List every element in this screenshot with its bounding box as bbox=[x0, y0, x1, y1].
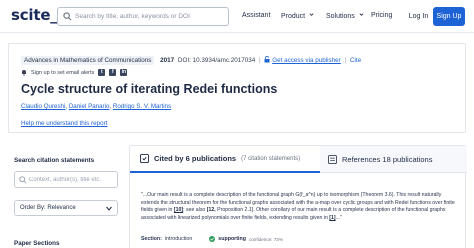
order-by-select[interactable]: Order By: Relevance bbox=[14, 200, 118, 216]
linkedin-icon[interactable]: in bbox=[120, 69, 128, 76]
nav-assistant[interactable]: Assistant bbox=[242, 12, 270, 19]
open-lock-icon bbox=[264, 55, 270, 63]
author-link[interactable]: Daniel Panario bbox=[69, 103, 110, 110]
journal-name[interactable]: Advances in Mathematics of Communication… bbox=[21, 56, 155, 65]
supporting-check-icon bbox=[209, 236, 216, 242]
separator: | bbox=[344, 57, 347, 64]
scite-logo[interactable]: scite_ bbox=[11, 6, 58, 24]
author-link[interactable]: Claudio Qureshi bbox=[21, 103, 65, 110]
login-button[interactable]: Log In bbox=[405, 7, 432, 26]
tab-cited-by-count: (7 citation statements) bbox=[241, 155, 301, 162]
tab-cited-by[interactable]: Cited by 6 publications (7 citation stat… bbox=[130, 146, 320, 173]
order-by-value: Order By: Relevance bbox=[20, 205, 76, 211]
global-search-box[interactable] bbox=[57, 7, 229, 26]
global-search-input[interactable] bbox=[75, 9, 227, 24]
signup-button[interactable]: Sign Up bbox=[433, 7, 465, 26]
cite-link[interactable]: Cite bbox=[350, 57, 361, 64]
nav-solutions-label: Solutions bbox=[326, 13, 355, 20]
search-icon bbox=[63, 12, 72, 21]
statement-meta-row: Section: introduction supporting confide… bbox=[141, 236, 283, 242]
confidence-value: confidence: 73% bbox=[248, 236, 283, 242]
chevron-down-icon bbox=[309, 13, 314, 16]
citation-statement: "...Our main result is a complete descri… bbox=[141, 192, 456, 222]
nav-pricing[interactable]: Pricing bbox=[371, 12, 392, 19]
publication-year: 2017 bbox=[160, 57, 175, 64]
alerts-row: Sign up to set email alerts t f in bbox=[21, 68, 128, 77]
help-understand-link[interactable]: Help me understand this report bbox=[21, 120, 107, 127]
facebook-icon[interactable]: f bbox=[109, 69, 117, 76]
paper-title: Cycle structure of iterating Redei funct… bbox=[21, 82, 278, 96]
nav-solutions[interactable]: Solutions bbox=[326, 12, 364, 20]
top-navigation-bar: scite_ Assistant Product Solutions Prici… bbox=[0, 0, 474, 33]
open-access-link[interactable]: Get access via publisher bbox=[272, 57, 341, 64]
search-citations-heading: Search citation statements bbox=[14, 157, 95, 164]
author-list: Claudio Qureshi, Daniel Panario, Rodrigo… bbox=[21, 103, 171, 110]
tab-references[interactable]: References 18 publications bbox=[320, 146, 467, 173]
cited-by-icon bbox=[140, 154, 149, 163]
doi-text[interactable]: DOI: 10.3934/amc.2017034 bbox=[178, 57, 255, 64]
citation-sidebar: Search citation statements Order By: Rel… bbox=[8, 145, 120, 248]
section-value: introduction bbox=[164, 236, 193, 242]
paper-header-card: Advances in Mathematics of Communication… bbox=[8, 43, 466, 133]
separator: | bbox=[259, 57, 261, 64]
statement-text: ..." bbox=[335, 214, 342, 221]
nav-product-label: Product bbox=[281, 13, 306, 20]
tab-cited-by-label: Cited by 6 publications bbox=[154, 154, 237, 163]
tab-references-label: References 18 publications bbox=[342, 154, 433, 164]
chevron-down-icon bbox=[106, 206, 112, 211]
citation-search-input[interactable] bbox=[14, 171, 118, 188]
supporting-label: supporting bbox=[218, 236, 246, 242]
reference-link[interactable]: [12, bbox=[207, 207, 216, 213]
bell-icon bbox=[22, 70, 26, 76]
chevron-down-icon bbox=[359, 13, 364, 16]
search-icon bbox=[19, 176, 27, 184]
paper-sections-heading[interactable]: Paper Sections bbox=[14, 240, 60, 247]
paper-meta-line: Advances in Mathematics of Communication… bbox=[21, 55, 361, 65]
references-icon bbox=[328, 154, 337, 164]
email-alerts-link[interactable]: Sign up to set email alerts bbox=[31, 70, 94, 76]
twitter-icon[interactable]: t bbox=[98, 69, 106, 76]
author-link[interactable]: Rodrigo S. V. Martins bbox=[113, 103, 171, 110]
section-label: Section: bbox=[141, 236, 162, 242]
statement-text: ; see also bbox=[183, 207, 207, 214]
citations-panel: Cited by 6 publications (7 citation stat… bbox=[129, 145, 467, 248]
nav-product[interactable]: Product bbox=[281, 12, 314, 20]
reference-link[interactable]: [10] bbox=[174, 207, 183, 213]
